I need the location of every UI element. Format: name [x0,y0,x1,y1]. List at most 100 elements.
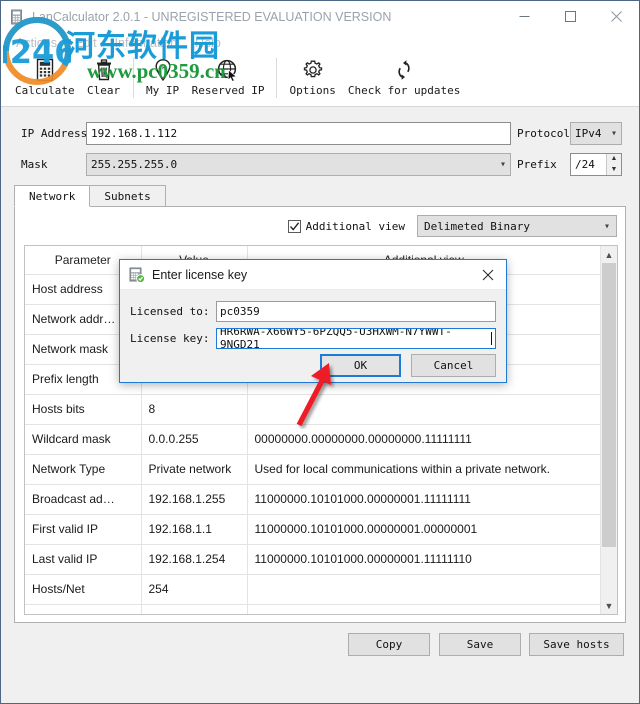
licensed-to-input[interactable]: pc0359 [216,300,496,322]
cell-value: 0.0.0.255 [141,424,248,455]
toolbar-button-options[interactable]: Options [283,54,341,97]
minimize-button[interactable] [501,2,547,32]
cell-value: 192.168.1.1 [141,514,248,545]
cell-parameter: Hosts/Net [25,574,142,605]
prefix-increment-button[interactable]: ▲ [607,154,621,165]
toolbar-label-clear: Clear [87,84,121,97]
cell-parameter: Wildcard mask [25,424,142,455]
cell-value: 8 [141,394,248,425]
dialog-title-bar: Enter license key [120,260,506,290]
view-mode-select[interactable]: Delimeted Binary ▾ [417,215,617,237]
toolbar-label-calculate: Calculate [15,84,75,97]
toolbar: Calculate Clear IP My IP Reserved IP Opt… [1,54,639,107]
scrollbar-track[interactable] [601,263,617,597]
mask-row: Mask 255.255.255.0 ▾ Prefix /24 ▲ ▼ [1,152,639,176]
cell-parameter: Last valid IP [25,544,142,575]
app-icon [10,9,26,25]
save-button[interactable]: Save [439,633,521,656]
menu-item-actions[interactable]: Actions [7,34,66,52]
licensed-to-row: Licensed to: pc0359 [120,300,508,322]
scroll-down-button[interactable]: ▼ [601,597,617,614]
trash-icon [93,57,115,83]
cell-additional [247,394,600,425]
mask-value: 255.255.255.0 [91,157,178,171]
text-caret [491,331,492,345]
table-row[interactable]: Last valid IP 192.168.1.254 11000000.10101… [25,544,600,575]
cell-additional [247,574,600,605]
scrollbar-thumb[interactable] [602,263,616,547]
view-mode-value: Delimeted Binary [424,219,530,233]
table-row[interactable]: First valid IP 192.168.1.1 11000000.101010… [25,514,600,545]
table-row[interactable]: Reverse DNS112.1.168.192… [25,604,600,614]
copy-button[interactable]: Copy [348,633,430,656]
cell-additional [247,604,600,614]
close-button[interactable] [593,2,639,32]
cell-parameter: Broadcast ad… [25,484,142,515]
toolbar-button-calculate[interactable]: Calculate [9,54,81,97]
chevron-down-icon: ▾ [603,220,610,232]
additional-view-checkbox[interactable] [287,219,301,233]
toolbar-button-reserved-ip[interactable]: Reserved IP [186,54,271,97]
menu-item-information[interactable]: Information [106,34,187,52]
license-key-dialog: Enter license key Licensed to: pc0359 Li… [119,259,507,383]
license-icon [129,267,146,283]
dialog-body: Licensed to: pc0359 License key: HR6RWA-… [120,290,506,383]
cell-additional: Used for local communications within a p… [247,454,600,485]
license-key-input[interactable]: HR6RWA-X66WY5-6PZQQ5-U3HXWM-N7YWWT-9NGD2… [216,327,496,349]
ip-address-label: IP Address [21,126,88,140]
toolbar-button-check-updates[interactable]: Check for updates [342,54,467,97]
tab-network[interactable]: Network [14,185,91,207]
license-key-row: License key: HR6RWA-X66WY5-6PZQQ5-U3HXWM… [120,327,508,349]
toolbar-label-options: Options [289,84,336,97]
ip-address-input[interactable]: 192.168.1.112 [86,121,511,145]
menu-item-edit[interactable]: Edit [66,34,106,52]
license-key-label: License key: [130,331,210,345]
cell-additional: 00000000.00000000.00000000.11111111 [247,424,600,455]
cell-value: 192.168.1.254 [141,544,248,575]
vertical-scrollbar[interactable]: ▲ ▼ [600,246,617,614]
cell-value: 192.168.1.255 [141,484,248,515]
dialog-title: Enter license key [152,267,248,282]
table-row[interactable]: Wildcard mask 0.0.0.255 00000000.00000000.… [25,424,600,455]
table-row[interactable]: Hosts bits 8 [25,394,600,425]
tab-strip: Network Subnets [14,185,626,207]
bottom-button-bar: Copy Save Save hosts [1,633,639,663]
table-row[interactable]: Hosts/Net 254 [25,574,600,605]
prefix-stepper[interactable]: /24 ▲ ▼ [570,152,622,176]
title-bar: LanCalculator 2.0.1 - UNREGISTERED EVALU… [1,1,639,32]
licensed-to-label: Licensed to: [130,304,210,318]
toolbar-label-my-ip: My IP [146,84,180,97]
tab-subnets[interactable]: Subnets [89,185,166,207]
prefix-decrement-button[interactable]: ▼ [607,164,621,175]
menu-bar: Actions Edit Information Help [1,32,639,54]
cell-value: 254 [141,574,248,605]
save-hosts-button[interactable]: Save hosts [529,633,624,656]
maximize-button[interactable] [547,2,593,32]
cell-parameter: Hosts bits [25,394,142,425]
map-pin-ip-icon: IP [152,57,174,83]
mask-label: Mask [21,157,48,171]
dialog-ok-button[interactable]: OK [320,354,401,377]
dialog-close-button[interactable] [470,260,506,289]
prefix-label: Prefix [517,157,557,171]
cell-parameter: Reverse DNS [25,604,142,614]
additional-view-controls: Additional view Delimeted Binary ▾ [287,215,617,237]
application-window: LanCalculator 2.0.1 - UNREGISTERED EVALU… [0,0,640,704]
cell-additional: 11000000.10101000.00000001.11111111 [247,484,600,515]
mask-select[interactable]: 255.255.255.0 ▾ [86,152,511,176]
table-row[interactable]: Network Type Private network Used for loca… [25,454,600,485]
svg-text:IP: IP [159,64,165,72]
gear-icon [301,57,325,83]
scroll-up-button[interactable]: ▲ [601,246,617,263]
toolbar-button-clear[interactable]: Clear [81,54,127,97]
protocol-label: Protocol [517,126,570,140]
toolbar-separator-2 [276,58,278,98]
protocol-select[interactable]: IPv4 ▾ [570,121,622,145]
toolbar-label-check-updates: Check for updates [347,84,461,97]
table-row[interactable]: Broadcast ad… 192.168.1.255 11000000.10101… [25,484,600,515]
license-key-value: HR6RWA-X66WY5-6PZQQ5-U3HXWM-N7YWWT-9NGD2… [220,327,452,349]
dialog-cancel-button[interactable]: Cancel [411,354,496,377]
menu-item-help[interactable]: Help [186,34,230,52]
cell-additional: 11000000.10101000.00000001.11111110 [247,544,600,575]
toolbar-button-my-ip[interactable]: IP My IP [140,54,186,97]
